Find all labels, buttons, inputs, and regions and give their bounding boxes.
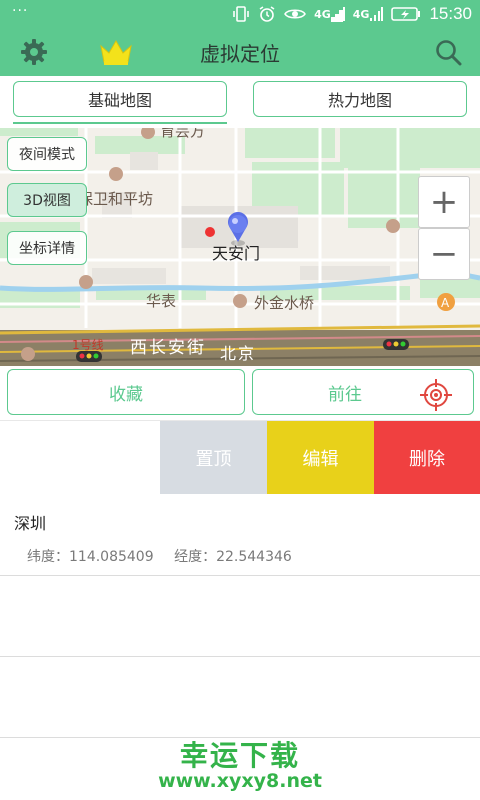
map-label-waijin: 外金水桥 xyxy=(254,294,315,312)
active-tab-indicator xyxy=(13,122,227,124)
app-root: ··· 4G 4G 15:30 虚拟定位 基础地图 热力地图 A 育芸方 保卫和… xyxy=(0,0,480,800)
latitude-value: 114.085409 xyxy=(69,549,154,565)
location-list-item[interactable]: 深圳 纬度：114.085409 经度：22.544346 xyxy=(0,494,480,576)
night-mode-button[interactable]: 夜间模式 xyxy=(7,137,87,171)
status-icons: 4G 4G 15:30 xyxy=(232,3,472,25)
map-label-yunfang: 育芸方 xyxy=(160,128,206,140)
svg-text:A: A xyxy=(441,296,450,310)
status-bar: ··· 4G 4G 15:30 xyxy=(0,0,480,28)
map-label-line1: 1号线 xyxy=(72,338,104,352)
empty-list-row-2 xyxy=(0,657,480,738)
goto-label: 前往 xyxy=(328,384,362,405)
zoom-out-button[interactable]: − xyxy=(418,228,470,280)
network-label-2: 4G xyxy=(352,7,370,21)
title-bar: 虚拟定位 xyxy=(0,28,480,76)
latitude: 纬度：114.085409 xyxy=(27,549,154,565)
edit-button[interactable]: 编辑 xyxy=(267,421,374,495)
location-name: 深圳 xyxy=(14,514,47,533)
latitude-label: 纬度： xyxy=(27,549,69,565)
notification-dots: ··· xyxy=(12,3,29,19)
battery-charging-icon xyxy=(391,6,421,22)
signal-4g-icon-2: 4G xyxy=(353,6,384,22)
goto-button[interactable]: 前往 xyxy=(252,369,474,415)
watermark-url: www.xyxy8.net xyxy=(158,770,322,792)
location-coordinates: 纬度：114.085409 经度：22.544346 xyxy=(27,546,308,566)
3d-view-button[interactable]: 3D视图 xyxy=(7,183,87,217)
empty-list-row xyxy=(0,576,480,657)
map-label-xichang: 西长安街 xyxy=(130,338,206,358)
signal-4g-icon: 4G xyxy=(314,6,345,22)
delete-button[interactable]: 删除 xyxy=(374,421,480,495)
alarm-icon xyxy=(258,5,276,23)
longitude-label: 经度： xyxy=(174,549,217,565)
tab-heat-map[interactable]: 热力地图 xyxy=(253,81,467,117)
tab-basic-map[interactable]: 基础地图 xyxy=(13,81,227,117)
coordinate-details-button[interactable]: 坐标详情 xyxy=(7,231,87,265)
network-label-1: 4G xyxy=(314,7,331,21)
crosshair-target-icon xyxy=(420,379,452,411)
map-type-tabs: 基础地图 热力地图 xyxy=(0,76,480,128)
eye-icon xyxy=(284,5,307,23)
longitude: 经度：22.544346 xyxy=(174,549,292,565)
longitude-value: 22.544346 xyxy=(216,549,292,565)
map-label-baowei: 保卫和平坊 xyxy=(78,190,154,208)
map-view[interactable]: A 育芸方 保卫和平坊 天安门 华表 外金水桥 1号线 西长安街 北京 夜间模式… xyxy=(0,128,480,366)
map-label-huabiao: 华表 xyxy=(146,292,177,310)
page-title: 虚拟定位 xyxy=(200,42,280,66)
pin-to-top-button[interactable]: 置顶 xyxy=(160,421,267,495)
map-label-beijing: 北京 xyxy=(220,344,257,363)
search-icon[interactable] xyxy=(434,38,462,66)
map-label-tiananmen: 天安门 xyxy=(212,244,261,263)
clock: 15:30 xyxy=(429,4,472,23)
favorite-button[interactable]: 收藏 xyxy=(7,369,245,415)
zoom-in-button[interactable]: + xyxy=(418,176,470,228)
vibrate-icon xyxy=(232,5,250,23)
swiped-list-item: 置顶 编辑 删除 xyxy=(0,420,480,495)
watermark-title: 幸运下载 xyxy=(179,739,300,772)
action-row: 收藏 前往 xyxy=(0,366,480,420)
